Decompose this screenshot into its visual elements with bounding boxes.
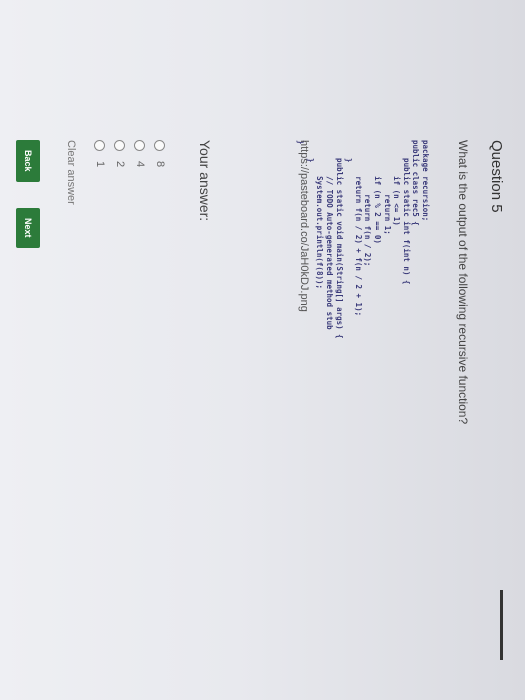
code-line: return 1; [382, 140, 392, 235]
next-button[interactable]: Next [16, 208, 40, 248]
answer-options: 8 4 2 1 [90, 140, 170, 167]
answer-option-label: 4 [134, 161, 146, 168]
code-image: package recursion; public class rec5 { p… [296, 140, 430, 339]
answer-option-label: 1 [94, 161, 106, 168]
radio-button[interactable] [94, 140, 106, 151]
radio-button[interactable] [154, 140, 166, 151]
code-line: if (n % 2 == 0) [373, 140, 383, 244]
answer-option[interactable]: 2 [110, 140, 130, 167]
answer-option[interactable]: 4 [130, 140, 150, 167]
clear-answer-link[interactable]: Clear answer [65, 140, 77, 205]
radio-button[interactable] [114, 140, 126, 151]
code-line: System.out.println(f(8)); [315, 140, 325, 290]
code-line: return f(n / 2); [363, 140, 373, 267]
answer-option[interactable]: 1 [90, 140, 110, 167]
quiz-page: Question 5 What is the output of the fol… [0, 0, 525, 700]
code-line: } [344, 140, 354, 163]
image-link[interactable]: https://pasteboard.co/JaH0kDJ.png [298, 140, 310, 312]
code-line: return f(n / 2) + f(n / 2 + 1); [353, 140, 363, 317]
question-prompt: What is the output of the following recu… [456, 140, 470, 425]
answer-option-label: 8 [154, 161, 166, 168]
question-title: Question 5 [488, 140, 505, 213]
code-line: public static void main(String[] args) { [334, 140, 344, 339]
answer-option-label: 2 [114, 161, 126, 168]
back-button[interactable]: Back [16, 140, 40, 182]
answer-option[interactable]: 8 [150, 140, 170, 167]
radio-button[interactable] [134, 140, 146, 151]
answer-heading: Your answer: [197, 140, 213, 222]
code-line: package recursion; [421, 140, 430, 222]
code-line: if (n <= 1) [392, 140, 402, 226]
code-line: public class rec5 { [411, 140, 421, 226]
code-line: public static int f(int n) { [401, 140, 411, 285]
progress-indicator [500, 590, 503, 660]
code-line: // TODO Auto-generated method stub [325, 140, 335, 330]
